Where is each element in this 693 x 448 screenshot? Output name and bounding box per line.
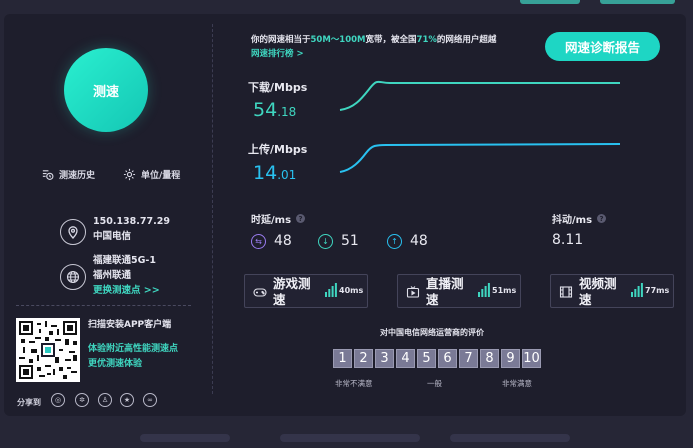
- rank-percent: 71%: [416, 35, 437, 45]
- qzone-icon[interactable]: ★: [120, 393, 134, 407]
- top-tab-fragment: [600, 0, 675, 4]
- rating-option[interactable]: 6: [438, 349, 457, 368]
- film-icon: [559, 286, 573, 298]
- location-icon: [60, 219, 86, 245]
- upload-label: 上传/Mbps: [248, 143, 308, 156]
- latency-overall: ⇆ 48: [251, 233, 292, 249]
- rank-prefix: 你的网速相当于: [251, 35, 311, 45]
- latency-overall-value: 48: [274, 233, 292, 249]
- live-test-label: 直播测速: [426, 276, 464, 307]
- history-icon: [42, 170, 54, 180]
- rank-suffix: 的网络用户超越: [436, 35, 497, 45]
- jitter-label-row: 抖动/ms ?: [552, 211, 607, 226]
- qr-line-1: 体验附近高性能测速点: [88, 344, 179, 354]
- help-icon[interactable]: ?: [296, 214, 306, 223]
- video-test-ms: 77ms: [645, 286, 670, 295]
- history-label: 测速历史: [59, 171, 96, 181]
- game-test-button[interactable]: 游戏测速 40ms: [244, 274, 368, 308]
- diagnose-report-button[interactable]: 网速诊断报告: [545, 32, 660, 61]
- rating-option[interactable]: 3: [375, 349, 394, 368]
- share-label: 分享到: [17, 398, 41, 407]
- rank-middle: 宽带，被全国: [365, 35, 417, 45]
- game-test-label: 游戏测速: [273, 276, 311, 307]
- rating-option[interactable]: 9: [501, 349, 520, 368]
- link-icon[interactable]: ∞: [143, 393, 157, 407]
- rating-option[interactable]: 4: [396, 349, 415, 368]
- bottom-strip: [0, 416, 693, 448]
- divider: [16, 305, 191, 306]
- qr-line-2: 更优测速体验: [88, 359, 143, 369]
- download-int: 54: [253, 99, 278, 121]
- rating-title: 对中国电信网络运营商的评价: [380, 328, 484, 337]
- wechat-icon[interactable]: ◎: [51, 393, 65, 407]
- history-link[interactable]: 测速历史: [41, 168, 95, 181]
- ip-address: 150.138.77.29: [93, 216, 170, 227]
- latency-down: ↓ 51: [318, 233, 359, 249]
- jitter-value: 8.11: [552, 232, 584, 248]
- gamepad-icon: [253, 288, 267, 297]
- help-icon[interactable]: ?: [597, 214, 607, 223]
- upload-chart: [339, 143, 621, 173]
- app-qr-code: [16, 318, 80, 382]
- rating-option[interactable]: 8: [480, 349, 499, 368]
- rating-option[interactable]: 2: [354, 349, 373, 368]
- latency-down-value: 51: [341, 233, 359, 249]
- rating-scale: 1 2 3 4 5 6 7 8 9 10: [333, 349, 541, 368]
- tv-icon: [406, 286, 420, 298]
- panel-divider: [212, 24, 213, 394]
- download-dec: .18: [277, 105, 297, 119]
- rating-option[interactable]: 1: [333, 349, 352, 368]
- ip-info: 150.138.77.29 中国电信: [93, 214, 170, 244]
- start-test-button[interactable]: 测速: [64, 48, 148, 132]
- rating-high-label: 非常满意: [502, 379, 532, 388]
- upload-int: 14: [253, 162, 278, 184]
- rating-low-label: 非常不满意: [335, 379, 373, 388]
- video-test-button[interactable]: 视频测速 77ms: [550, 274, 674, 308]
- latency-label: 时延/ms: [251, 215, 292, 226]
- signal-bars-icon: [631, 283, 643, 297]
- live-test-button[interactable]: 直播测速 51ms: [397, 274, 521, 308]
- latency-label-row: 时延/ms ?: [251, 211, 306, 226]
- isp-name: 中国电信: [93, 231, 132, 242]
- top-tab-fragment: [520, 0, 580, 4]
- latency-swap-icon: ⇆: [251, 233, 266, 249]
- download-label: 下载/Mbps: [248, 81, 308, 94]
- rating-option[interactable]: 5: [417, 349, 436, 368]
- unit-range-link[interactable]: 单位/量程: [123, 168, 180, 181]
- node-city: 福州联通: [93, 270, 132, 281]
- download-chart: [339, 80, 620, 111]
- latency-up-value: 48: [410, 233, 428, 249]
- gear-icon: [123, 168, 136, 181]
- upload-value: 14.01: [253, 162, 296, 184]
- game-test-ms: 40ms: [339, 286, 364, 295]
- node-name: 福建联通5G-1: [93, 255, 156, 266]
- signal-bars-icon: [478, 283, 490, 297]
- unit-range-label: 单位/量程: [141, 171, 181, 181]
- node-info: 福建联通5G-1 福州联通 更换测速点 >>: [93, 253, 160, 298]
- upload-dec: .01: [277, 168, 297, 182]
- arrow-up-icon: ↑: [387, 233, 402, 249]
- video-test-label: 视频测速: [579, 276, 617, 307]
- rating-option[interactable]: 10: [522, 349, 541, 368]
- rank-bandwidth: 50M～100M: [310, 35, 366, 45]
- jitter-label: 抖动/ms: [552, 215, 593, 226]
- download-value: 54.18: [253, 99, 296, 121]
- rating-mid-label: 一般: [427, 379, 442, 388]
- rank-summary: 你的网速相当于50M～100M宽带，被全国71%的网络用户超越 网速排行榜 >: [251, 33, 496, 61]
- change-node-link[interactable]: 更换测速点 >>: [93, 283, 160, 298]
- rank-list-link[interactable]: 网速排行榜 >: [251, 47, 496, 61]
- globe-icon: [60, 264, 86, 290]
- live-test-ms: 51ms: [492, 286, 517, 295]
- rating-option[interactable]: 7: [459, 349, 478, 368]
- qq-icon[interactable]: ♙: [98, 393, 112, 407]
- qr-title: 扫描安装APP客户端: [88, 320, 172, 330]
- arrow-down-icon: ↓: [318, 233, 333, 249]
- latency-up: ↑ 48: [387, 233, 428, 249]
- moments-icon[interactable]: ✲: [75, 393, 89, 407]
- signal-bars-icon: [325, 283, 337, 297]
